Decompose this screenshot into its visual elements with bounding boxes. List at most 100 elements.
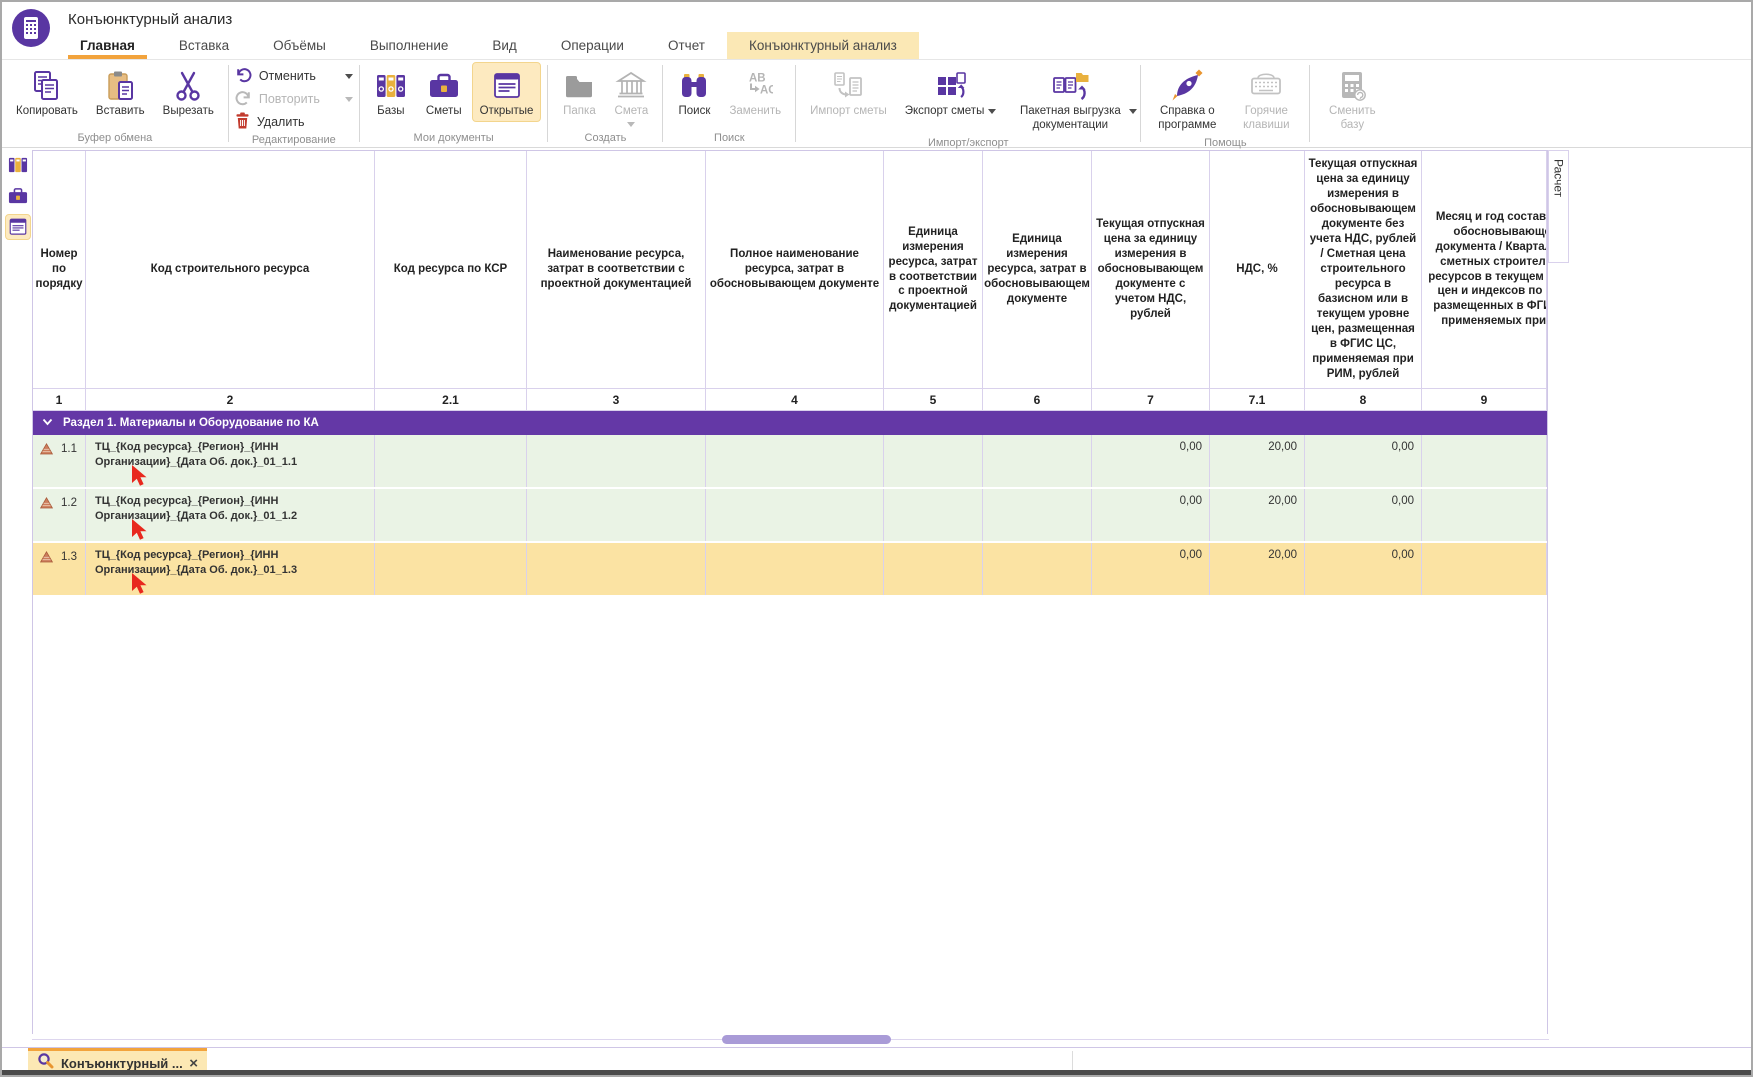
paste-button[interactable]: Вставить (88, 62, 153, 122)
export-estimate-button[interactable]: Экспорт сметы (897, 62, 1005, 122)
row-number: 1.1 (53, 443, 77, 455)
hotkeys-button[interactable]: Горячие клавиши (1229, 62, 1303, 135)
export-dropdown-icon[interactable] (988, 109, 996, 114)
price-without-vat-cell[interactable]: 0,00 (1305, 543, 1422, 595)
redo-button[interactable]: Повторить (235, 89, 353, 109)
bases-button[interactable]: Базы (366, 62, 416, 122)
app-window: Конъюнктурный анализ Главная Вставка Объ… (0, 0, 1753, 1077)
resource-code-cell[interactable]: ТЦ_{Код ресурса}_{Регион}_{ИНН Организац… (86, 435, 375, 487)
column-number: 3 (527, 389, 706, 411)
estimates-button[interactable]: Сметы (418, 62, 470, 122)
page-title: Конъюнктурный анализ (68, 11, 232, 28)
tab-otchet[interactable]: Отчет (646, 32, 727, 59)
batch-upload-button[interactable]: Пакетная выгрузка документации (1006, 62, 1134, 135)
column-number: 7 (1092, 389, 1210, 411)
table-row[interactable]: 1.1 ТЦ_{Код ресурса}_{Регион}_{ИНН Органи… (33, 435, 1547, 489)
column-header: Код строительного ресурса (86, 151, 375, 389)
column-number: 1 (33, 389, 86, 411)
empty-cell[interactable] (983, 489, 1092, 541)
section-row[interactable]: Раздел 1. Материалы и Оборудование по КА (33, 411, 1547, 435)
undo-button[interactable]: Отменить (235, 66, 353, 86)
empty-cell[interactable] (884, 489, 983, 541)
tab-vypolnenie[interactable]: Выполнение (348, 32, 471, 59)
resource-code-cell[interactable]: ТЦ_{Код ресурса}_{Регион}_{ИНН Организац… (86, 543, 375, 595)
copy-button[interactable]: Копировать (8, 62, 86, 122)
vat-cell[interactable]: 20,00 (1210, 543, 1305, 595)
group-label-create: Создать (554, 130, 656, 147)
tab-konyunkturny-analiz[interactable]: Конъюнктурный анализ (727, 32, 919, 59)
delete-button[interactable]: Удалить (235, 112, 353, 132)
mini-open-documents-button[interactable] (5, 214, 31, 240)
empty-cell[interactable] (884, 543, 983, 595)
chevron-down-icon[interactable] (42, 417, 53, 429)
empty-cell[interactable] (983, 435, 1092, 487)
vat-cell[interactable]: 20,00 (1210, 489, 1305, 541)
change-database-button[interactable]: Сменить базу (1316, 62, 1388, 135)
price-with-vat-cell[interactable]: 0,00 (1092, 489, 1210, 541)
tab-raschet[interactable]: Расчет (1548, 150, 1569, 263)
cut-button[interactable]: Вырезать (155, 62, 222, 122)
empty-cell[interactable] (527, 489, 706, 541)
open-documents-button[interactable]: Открытые (472, 62, 542, 122)
column-number: 6 (983, 389, 1092, 411)
empty-cell[interactable] (1422, 435, 1547, 487)
mini-bases-button[interactable] (5, 152, 31, 178)
empty-cell[interactable] (706, 543, 884, 595)
tab-vstavka[interactable]: Вставка (157, 32, 251, 59)
folder-button[interactable]: Папка (554, 62, 604, 122)
empty-cell[interactable] (983, 543, 1092, 595)
create-estimate-button[interactable]: Смета (606, 62, 656, 130)
table-row[interactable]: 1.2 ТЦ_{Код ресурса}_{Регион}_{ИНН Органи… (33, 489, 1547, 543)
column-number: 4 (706, 389, 884, 411)
price-with-vat-cell[interactable]: 0,00 (1092, 435, 1210, 487)
resource-code-cell[interactable]: ТЦ_{Код ресурса}_{Регион}_{ИНН Организац… (86, 489, 375, 541)
empty-cell[interactable] (884, 435, 983, 487)
empty-cell[interactable] (527, 543, 706, 595)
briefcase-icon-small (7, 185, 29, 207)
briefcase-icon (427, 67, 461, 105)
batch-dropdown-icon[interactable] (1129, 109, 1137, 114)
empty-cell[interactable] (375, 435, 527, 487)
column-header: Текущая отпускная цена за единицу измере… (1092, 151, 1210, 389)
column-header: Номер по порядку (33, 151, 86, 389)
price-with-vat-cell[interactable]: 0,00 (1092, 543, 1210, 595)
about-button[interactable]: Справка о программе (1147, 62, 1227, 135)
tab-obyomy[interactable]: Объёмы (251, 32, 348, 59)
row-number: 1.2 (53, 497, 77, 509)
app-logo-icon (11, 8, 51, 48)
empty-cell[interactable] (1422, 543, 1547, 595)
price-without-vat-cell[interactable]: 0,00 (1305, 489, 1422, 541)
import-estimate-button[interactable]: Импорт сметы (802, 62, 895, 122)
empty-cell[interactable] (375, 489, 527, 541)
column-header: НДС, % (1210, 151, 1305, 389)
mini-estimates-button[interactable] (5, 183, 31, 209)
empty-cell[interactable] (706, 435, 884, 487)
empty-cell[interactable] (706, 489, 884, 541)
horizontal-scrollbar-thumb[interactable] (722, 1035, 891, 1044)
replace-button[interactable]: AB AC Заменить (721, 62, 789, 122)
table-row[interactable]: 1.3ТЦ_{Код ресурса}_{Регион}_{ИНН Органи… (33, 543, 1547, 597)
tab-operacii[interactable]: Операции (539, 32, 646, 59)
row-number-cell[interactable]: 1.3 (33, 543, 86, 595)
vat-cell[interactable]: 20,00 (1210, 435, 1305, 487)
group-clipboard: Копировать Вставить (2, 60, 228, 147)
tab-glavnaya[interactable]: Главная (58, 32, 157, 59)
group-search: Поиск AB AC Заменить Поиск (663, 60, 795, 147)
warning-icon (40, 497, 53, 512)
group-my-documents: Базы Сметы (360, 60, 548, 147)
search-button[interactable]: Поиск (669, 62, 719, 122)
empty-cell[interactable] (1422, 489, 1547, 541)
menu-tab-bar: Главная Вставка Объёмы Выполнение Вид Оп… (58, 32, 919, 59)
paste-icon (103, 67, 137, 105)
empty-cell[interactable] (375, 543, 527, 595)
empty-cell[interactable] (527, 435, 706, 487)
undo-dropdown-icon[interactable] (345, 74, 353, 79)
row-number-cell[interactable]: 1.1 (33, 435, 86, 487)
window-bottom-edge (2, 1070, 1751, 1075)
close-icon[interactable]: × (189, 1056, 198, 1071)
export-icon (934, 67, 968, 105)
column-header: Единица измерения ресурса, затрат в обос… (983, 151, 1092, 389)
price-without-vat-cell[interactable]: 0,00 (1305, 435, 1422, 487)
row-number-cell[interactable]: 1.2 (33, 489, 86, 541)
tab-vid[interactable]: Вид (470, 32, 538, 59)
